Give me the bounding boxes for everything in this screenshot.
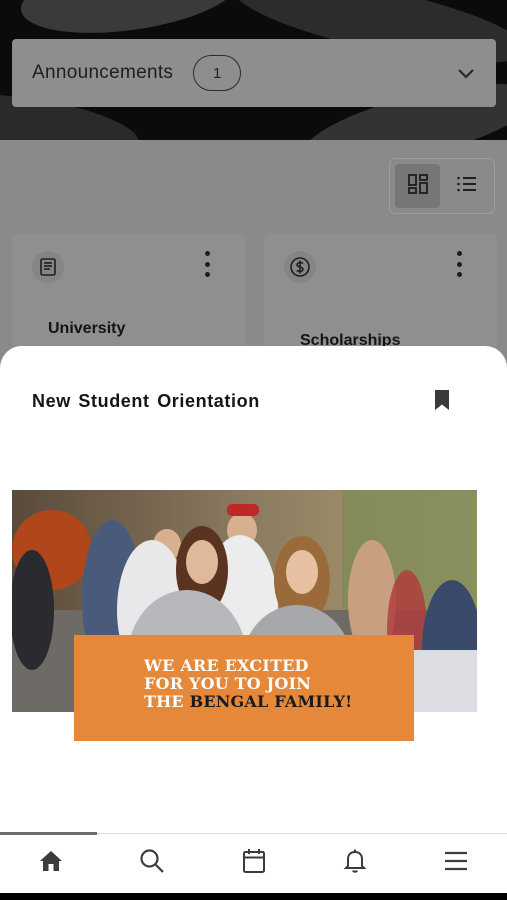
tab-home[interactable] [0,834,101,893]
announcements-bar[interactable]: Announcements 1 [12,39,496,107]
promo-line-3-highlight: BENGAL FAMILY! [189,692,353,711]
promo-line-2: FOR YOU TO JOIN [144,674,312,693]
home-icon [38,849,64,878]
bottom-sheet: New Student Orientation WE ARE EXCITED F… [0,346,507,834]
chevron-down-icon[interactable] [456,63,476,83]
promo-line-1: WE ARE EXCITED [144,656,309,675]
active-tab-indicator [0,832,97,835]
card-title: University [48,320,126,337]
grid-view-button[interactable] [395,164,440,208]
announcements-count-badge: 1 [193,55,242,91]
announcements-label: Announcements [32,62,174,83]
tab-menu[interactable] [406,834,507,893]
card-more-icon[interactable] [203,251,211,277]
sheet-title: New Student Orientation [32,391,260,411]
tab-search[interactable] [101,834,202,893]
promo-line-3: THE BENGAL FAMILY! [144,693,414,711]
bookmark-icon[interactable] [433,389,451,411]
system-nav-strip [0,893,507,900]
list-view-icon [456,173,478,200]
tab-calendar[interactable] [203,834,304,893]
search-icon [139,848,165,879]
bell-icon [343,848,367,879]
grid-view-icon [407,173,429,200]
tab-notifications[interactable] [304,834,405,893]
view-toggle [389,158,495,214]
card-more-icon[interactable] [455,251,463,277]
promo-line-3-prefix: THE [144,692,184,711]
bottom-tab-bar [0,832,507,893]
dollar-coin-icon [284,251,316,283]
promo-banner: WE ARE EXCITED FOR YOU TO JOIN THE BENGA… [74,635,414,741]
calendar-icon [242,848,266,879]
list-view-button[interactable] [444,164,489,208]
menu-icon [444,850,468,877]
book-icon [32,251,64,283]
